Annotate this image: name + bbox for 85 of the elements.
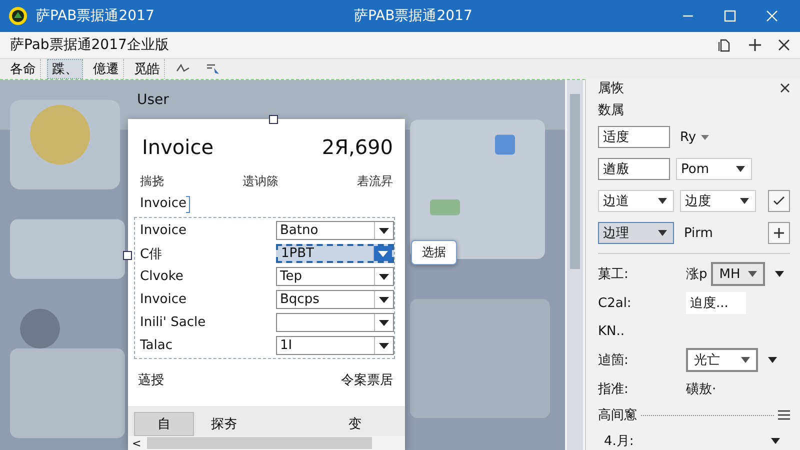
invoice-amount: 2Я,690 [322,135,393,159]
plus-icon [774,228,784,238]
toolbar-tab[interactable]: 各命 [6,59,41,79]
panel-title: 属恢 [598,80,624,97]
dropdown[interactable]: Pom [676,158,752,180]
window-caption: 萨PAB票据通2017 [354,7,472,25]
input-field[interactable]: 适度 [598,126,670,148]
close-icon[interactable] [778,39,790,51]
field-label: Clvoke [140,269,184,284]
footer-label: 薖授 [138,372,164,389]
tooltip: 选据 [411,240,457,265]
menu-icon[interactable] [778,410,790,420]
app-title: 萨Pab票据通2017企业版 [10,36,169,54]
property-value: 涨p [686,266,708,283]
dropdown[interactable]: MH [711,262,766,286]
dropdown[interactable]: 光亡 [686,348,758,372]
property-label: C2al: [598,296,632,310]
document-icon[interactable] [718,38,732,52]
dropdown[interactable]: Ry [676,130,710,144]
caret-icon [658,198,667,204]
app-logo-icon [8,6,28,26]
tab[interactable]: 探夯 [194,412,254,436]
dropdown[interactable]: 1I [276,336,394,355]
column-header: 砉流昇 [357,173,393,190]
dropdown[interactable] [276,313,394,332]
close-icon[interactable] [780,83,790,93]
dropdown[interactable]: Batno [276,221,394,240]
dropdown[interactable]: Tep [276,267,394,286]
caret-icon[interactable] [775,271,784,277]
toolbar-tab[interactable]: 觅皓 [130,59,165,79]
toolbar-tab[interactable]: 蹀、 [47,59,83,79]
caret-icon [379,320,389,326]
footer-link[interactable]: 令案票居 [341,371,393,389]
check-button[interactable] [768,190,790,212]
dropdown[interactable]: 边度 [680,190,756,212]
section-title: 数属 [598,102,625,120]
caret-icon [736,166,745,172]
field-label: Invoice [140,292,186,307]
canvas-label: User [137,92,169,108]
add-button[interactable] [768,222,790,244]
toolbar-tab[interactable]: 億遷 [89,59,124,79]
scroll-bar[interactable] [567,80,583,450]
caret-icon [379,296,389,302]
caret-icon [740,198,749,204]
resize-handle[interactable] [269,115,278,124]
dropdown[interactable]: 边理 [598,222,674,244]
invoice-title: Invoice [142,135,214,159]
tab[interactable]: 变 [325,412,385,436]
dropdown[interactable]: 边道 [598,190,674,212]
property-label: KN.. [598,324,626,338]
dropdown[interactable]: Bqcps [276,290,394,309]
caret-icon [379,274,389,280]
option-label: Pirm [683,226,714,240]
tab[interactable]: 自 [134,412,194,436]
group-title: 高间窻 [598,407,637,424]
property-label: 逌箇: [598,352,630,369]
caret-icon [741,357,750,363]
field-label: Inili' Sacle [140,315,206,330]
field-label: C俳 [140,246,162,262]
caret-icon [748,271,758,277]
property-label: 指准: [598,381,630,398]
caret-icon [379,342,389,348]
resize-handle[interactable] [123,251,132,260]
caret-icon[interactable] [771,438,780,444]
add-icon[interactable] [748,38,762,52]
input-field[interactable]: 迫度... [686,292,746,314]
scroll-bar[interactable]: < [128,436,405,450]
property-value: 磺敖· [686,381,716,398]
check-icon [773,196,785,206]
property-label: 菓工: [598,266,630,283]
caret-icon [658,230,667,236]
window-title: 萨PAB票据通2017 [36,7,154,25]
caret-icon[interactable] [768,357,777,363]
caret-icon [379,228,389,234]
caret-icon [378,250,388,256]
field-label: Invoice [140,223,186,238]
column-header: 揣挠 [140,173,164,190]
input-field[interactable]: 遒廒 [598,158,670,180]
column-header: 遗讷篨 [242,173,278,190]
dropdown[interactable]: 1PBT [276,244,394,263]
section-label: Invoice [140,196,186,213]
property-label: 4.月: [604,433,634,450]
caret-icon [701,134,710,140]
maximize-icon[interactable] [724,10,736,22]
field-label: Talac [140,338,172,353]
